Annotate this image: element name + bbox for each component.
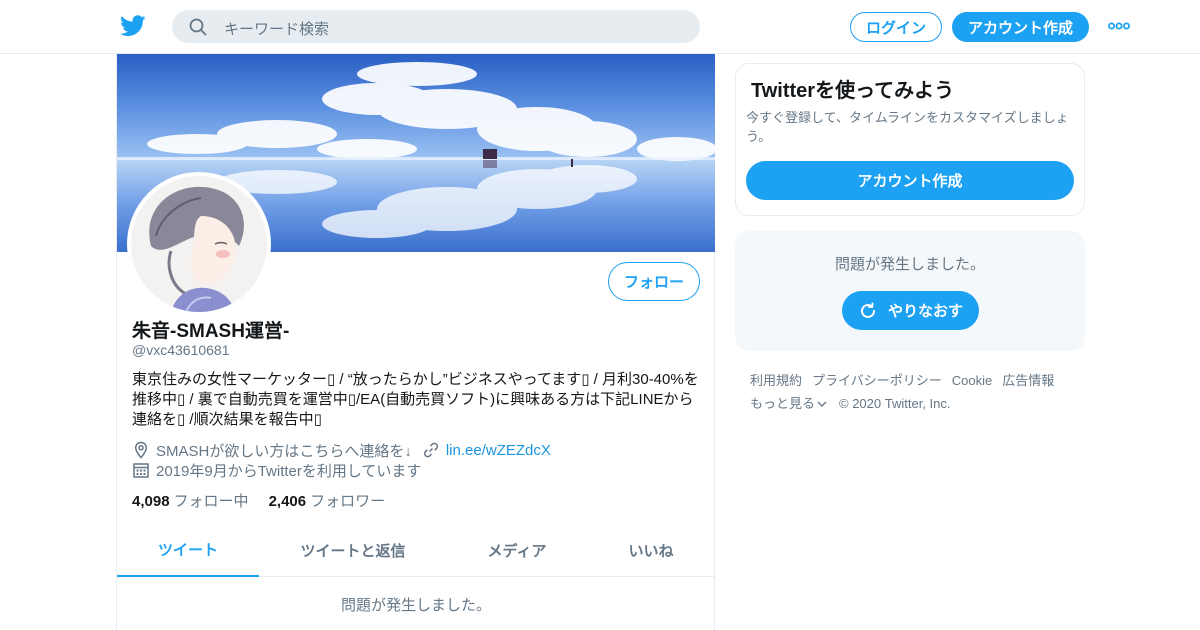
following-label: フォロー中 [173, 493, 249, 510]
footer-privacy-link[interactable]: プライバシーポリシー [812, 373, 942, 388]
tab-tweets-and-replies[interactable]: ツイートと返信 [259, 524, 447, 577]
profile-tabs: ツイート ツイートと返信 メディア いいね [117, 524, 715, 577]
signup-card-title: Twitterを使ってみよう [751, 80, 955, 102]
location-pin-icon [134, 441, 148, 459]
refresh-icon [861, 302, 875, 318]
following-count: 4,098 [132, 493, 170, 510]
profile-stats: 4,098 フォロー中 2,406 フォロワー [132, 490, 405, 511]
signup-card: Twitterを使ってみよう 今すぐ登録して、タイムラインをカスタマイズしましょ… [735, 63, 1085, 216]
more-dots-icon[interactable] [1108, 20, 1130, 32]
follow-button[interactable]: フォロー [608, 262, 700, 301]
signup-card-description: 今すぐ登録して、タイムラインをカスタマイズしましょう。 [746, 110, 1069, 144]
footer-copyright: © 2020 Twitter, Inc. [839, 396, 951, 411]
search-icon [189, 18, 207, 36]
tab-tweets[interactable]: ツイート [117, 524, 259, 577]
signup-button[interactable]: アカウント作成 [952, 12, 1089, 42]
followers-label: フォロワー [310, 493, 386, 510]
followers-count: 2,406 [268, 493, 307, 510]
footer-more-label: もっと見る [750, 396, 816, 411]
footer-ads-link[interactable]: 広告情報 [1002, 373, 1054, 388]
profile-meta-location-url: SMASHが欲しい方はこちらへ連絡を↓ lin.ee/wZEZdcX [132, 440, 551, 460]
profile-bio: 東京住みの女性マーケッター▯ / “放ったらかし”ビジネスやってます▯ / 月利… [132, 371, 699, 428]
chevron-down-icon [817, 401, 827, 407]
followers-stat[interactable]: 2,406 フォロワー [269, 490, 386, 511]
screen-name[interactable]: @vxc43610681 [132, 342, 230, 358]
top-navigation-bar: キーワード検索 ログイン アカウント作成 [0, 0, 1200, 54]
footer-terms-link[interactable]: 利用規約 [750, 373, 802, 388]
profile-avatar[interactable] [127, 172, 271, 316]
profile-joined-date: 2019年9月からTwitterを利用しています [156, 462, 422, 480]
search-input[interactable]: キーワード検索 [224, 18, 329, 39]
profile-location: SMASHが欲しい方はこちらへ連絡を↓ [156, 442, 412, 460]
tab-media[interactable]: メディア [447, 524, 587, 577]
footer-links: 利用規約 プライバシーポリシー Cookie 広告情報 もっと見る © 2020 Twi… [750, 369, 1080, 415]
footer-more-link[interactable]: もっと見る [750, 396, 839, 411]
profile-column: フォロー 朱音-SMASH運営- @vxc43610681 東京住みの女性マーケ… [116, 54, 715, 630]
timeline-error-message: 問題が発生しました。 [340, 597, 491, 614]
retry-button[interactable]: やりなおす [842, 291, 979, 330]
link-icon [423, 442, 438, 458]
retry-label: やりなおす [887, 303, 963, 320]
display-name: 朱音-SMASH運営- [132, 321, 290, 342]
profile-url-link[interactable]: lin.ee/wZEZdcX [446, 442, 551, 459]
footer-cookie-link[interactable]: Cookie [952, 373, 992, 388]
login-button[interactable]: ログイン [850, 12, 942, 42]
signup-card-button[interactable]: アカウント作成 [746, 161, 1074, 200]
sidebar-error-message: 問題が発生しました。 [834, 256, 985, 273]
calendar-icon [133, 463, 149, 478]
following-stat[interactable]: 4,098 フォロー中 [132, 490, 249, 511]
tab-likes[interactable]: いいね [587, 524, 715, 577]
twitter-bird-icon[interactable] [120, 14, 146, 38]
sidebar-error-card: 問題が発生しました。 やりなおす [735, 231, 1085, 351]
search-box[interactable]: キーワード検索 [172, 10, 700, 43]
profile-meta-joined: 2019年9月からTwitterを利用しています [132, 460, 421, 480]
